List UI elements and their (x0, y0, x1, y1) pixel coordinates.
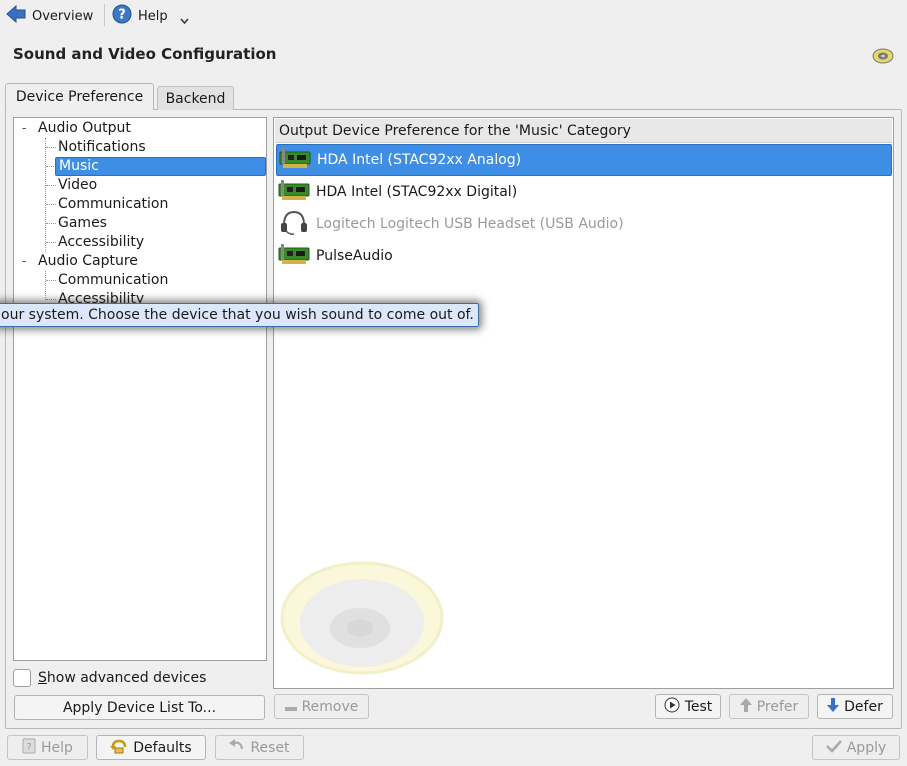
device-row[interactable]: Logitech Logitech USB Headset (USB Audio… (276, 208, 892, 240)
apply-device-list-button[interactable]: Apply Device List To... (14, 695, 265, 720)
help-icon: ? (112, 4, 132, 28)
help-book-icon: ? (22, 738, 36, 758)
remove-button[interactable]: Remove (274, 694, 369, 719)
collapse-toggle-audio-output[interactable]: - (22, 121, 26, 135)
sound-card-icon (279, 146, 311, 174)
tab-device-preference-label: Device Preference (15, 89, 144, 105)
help-dialog-button[interactable]: ? Help (7, 735, 88, 760)
toolbar-separator (104, 4, 105, 26)
tab-device-preference[interactable]: Device Preference (5, 83, 154, 110)
device-label: PulseAudio (316, 248, 393, 264)
device-label: HDA Intel (STAC92xx Analog) (317, 152, 522, 168)
tab-backend-label: Backend (165, 90, 226, 107)
defer-label: Defer (844, 698, 883, 715)
tree-item-audio-output[interactable]: Audio Output (35, 119, 134, 138)
sound-card-icon (278, 178, 310, 206)
category-tree[interactable]: - Audio Output Notifications Music Video… (13, 117, 267, 661)
minus-icon (284, 699, 297, 715)
prefer-button[interactable]: Prefer (729, 694, 809, 719)
device-label: HDA Intel (STAC92xx Digital) (316, 184, 518, 200)
device-row[interactable]: HDA Intel (STAC92xx Digital) (276, 176, 892, 208)
defer-button[interactable]: Defer (817, 694, 893, 719)
tree-item-games[interactable]: Games (55, 214, 110, 233)
back-arrow-icon (6, 4, 26, 27)
defaults-label: Defaults (133, 739, 192, 756)
undo-icon (229, 738, 245, 757)
tree-line (45, 271, 46, 300)
arrow-up-icon (739, 697, 752, 716)
show-advanced-label: Show advanced devices (38, 670, 207, 686)
tree-item-capture-communication[interactable]: Communication (55, 271, 171, 290)
tree-item-video[interactable]: Video (55, 176, 100, 195)
tree-line (45, 138, 46, 252)
help-button[interactable]: ? Help (112, 4, 189, 28)
remove-label: Remove (301, 698, 359, 715)
tree-item-audio-capture[interactable]: Audio Capture (35, 252, 141, 271)
tree-item-music[interactable]: Music (55, 157, 266, 176)
prefer-label: Prefer (756, 698, 799, 715)
page-title: Sound and Video Configuration (13, 45, 277, 63)
collapse-toggle-audio-capture[interactable]: - (22, 254, 26, 268)
show-advanced-checkbox[interactable] (13, 669, 31, 687)
headset-icon (278, 209, 310, 239)
tab-backend[interactable]: Backend (157, 86, 234, 110)
test-label: Test (684, 698, 713, 715)
main-toolbar: Overview ? Help (0, 0, 907, 32)
device-list[interactable]: Output Device Preference for the 'Music'… (273, 117, 894, 689)
overview-button[interactable]: Overview (6, 4, 93, 28)
device-row[interactable]: HDA Intel (STAC92xx Analog) (276, 144, 892, 176)
apply-label: Apply (846, 739, 887, 756)
svg-text:?: ? (26, 742, 31, 753)
device-row[interactable]: PulseAudio (276, 240, 892, 272)
speaker-icon (871, 46, 895, 70)
device-label: Logitech Logitech USB Headset (USB Audio… (316, 216, 624, 232)
svg-text:?: ? (118, 8, 126, 23)
restore-icon (110, 738, 128, 758)
play-icon (664, 697, 680, 717)
show-advanced-checkbox-row[interactable]: Show advanced devices (13, 667, 206, 689)
help-label: Help (138, 8, 168, 24)
reset-button[interactable]: Reset (215, 735, 304, 760)
defaults-button[interactable]: Defaults (96, 735, 206, 760)
tree-item-notifications[interactable]: Notifications (55, 138, 149, 157)
help-dialog-label: Help (41, 739, 73, 756)
tooltip: our system. Choose the device that you w… (0, 303, 479, 327)
test-button[interactable]: Test (655, 694, 721, 719)
apply-device-list-label: Apply Device List To... (62, 699, 217, 716)
apply-button[interactable]: Apply (812, 735, 900, 760)
arrow-down-icon (827, 697, 840, 716)
reset-label: Reset (250, 739, 290, 756)
list-header: Output Device Preference for the 'Music'… (275, 119, 892, 143)
speaker-watermark-icon (280, 558, 450, 687)
chevron-down-icon[interactable] (180, 13, 189, 28)
overview-label: Overview (32, 8, 94, 24)
checkmark-icon (825, 739, 842, 757)
sound-card-icon (278, 242, 310, 270)
tree-item-accessibility[interactable]: Accessibility (55, 233, 147, 252)
tree-item-communication[interactable]: Communication (55, 195, 171, 214)
